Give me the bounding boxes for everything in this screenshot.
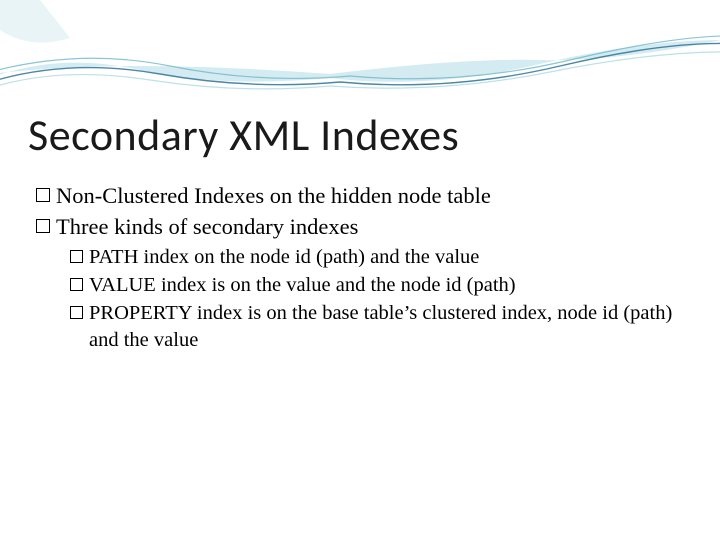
bullet-level2: PATH index on the node id (path) and the… (70, 244, 680, 271)
bullet-level2: PROPERTY index is on the base table’s cl… (70, 300, 680, 354)
slide: Secondary XML Indexes Non-Clustered Inde… (0, 0, 720, 540)
square-bullet-icon (36, 188, 50, 202)
square-bullet-icon (70, 250, 83, 263)
bullet-level1: Non-Clustered Indexes on the hidden node… (36, 182, 680, 211)
square-bullet-icon (70, 306, 83, 319)
slide-title: Secondary XML Indexes (28, 108, 459, 162)
bullet-level2: VALUE index is on the value and the node… (70, 272, 680, 299)
slide-content: Non-Clustered Indexes on the hidden node… (36, 182, 680, 355)
square-bullet-icon (70, 278, 83, 291)
bullet-text: PROPERTY index is on the base table’s cl… (89, 300, 680, 354)
bullet-text: Non-Clustered Indexes on the hidden node… (56, 182, 491, 211)
bullet-text: Three kinds of secondary indexes (56, 213, 358, 242)
wave-decoration (0, 0, 720, 120)
square-bullet-icon (36, 219, 50, 233)
bullet-text: PATH index on the node id (path) and the… (89, 244, 479, 271)
bullet-level1: Three kinds of secondary indexes (36, 213, 680, 242)
bullet-text: VALUE index is on the value and the node… (89, 272, 516, 299)
